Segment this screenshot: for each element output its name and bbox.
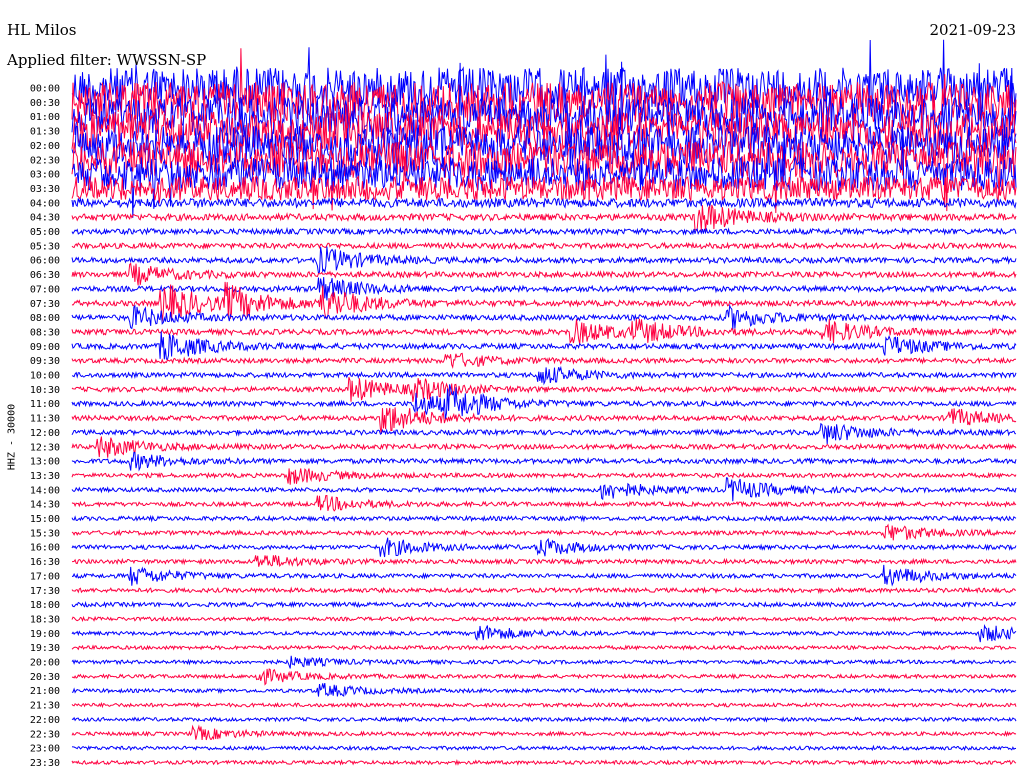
trace-line: [71, 655, 1017, 669]
trace-line: [71, 600, 1017, 609]
row-time-label: 10:00: [30, 371, 60, 382]
trace-line: [71, 318, 1017, 345]
row-time-label: 05:30: [30, 241, 60, 252]
row-time-label: 16:30: [30, 557, 60, 568]
row-time-label: 10:30: [30, 385, 60, 396]
trace-line: [71, 716, 1017, 723]
trace-line: [71, 683, 1017, 697]
row-time-label: 22:00: [30, 715, 60, 726]
row-time-label: 22:30: [30, 729, 60, 740]
row-time-label: 07:00: [30, 284, 60, 295]
row-time-label: 15:30: [30, 528, 60, 539]
row-time-label: 20:00: [30, 658, 60, 669]
trace-line: [71, 422, 1017, 445]
channel-label: HHZ - 30000: [6, 403, 18, 471]
row-time-label: 00:30: [30, 98, 60, 109]
trace-line: [71, 468, 1017, 485]
helicorder-plot: 00:00 00:30 01:00 01:30 02:00 02:30 03:00 03:30…: [30, 39, 1017, 769]
row-time-label: 09:30: [30, 356, 60, 367]
trace-line: [71, 537, 1017, 558]
trace-line: [71, 451, 1017, 472]
row-time-label: 08:00: [30, 313, 60, 324]
trace-line: [71, 262, 1017, 286]
trace-line: [71, 514, 1017, 523]
row-time-label: 14:30: [30, 500, 60, 511]
trace-line: [71, 623, 1017, 643]
row-time-label: 15:00: [30, 514, 60, 525]
row-time-label: 08:30: [30, 327, 60, 338]
trace-line: [71, 196, 1017, 209]
row-time-label: 06:30: [30, 270, 60, 281]
row-time-label: 18:00: [30, 600, 60, 611]
trace-line: [71, 436, 1017, 458]
row-time-label: 16:00: [30, 543, 60, 554]
trace-line: [71, 758, 1017, 766]
row-time-label: 00:00: [30, 84, 60, 95]
row-time-label: 12:00: [30, 428, 60, 439]
filter-label: Applied filter: WWSSN-SP: [7, 51, 207, 69]
trace-line: [71, 701, 1017, 709]
row-time-label: 01:30: [30, 127, 60, 138]
row-time-label: 21:00: [30, 686, 60, 697]
trace-line: [71, 241, 1017, 251]
trace-line: [71, 644, 1017, 651]
trace-line: [71, 331, 1017, 361]
row-time-label: 09:00: [30, 342, 60, 353]
row-time-label: 03:00: [30, 170, 60, 181]
trace-line: [71, 586, 1017, 595]
row-time-label: 11:00: [30, 399, 60, 410]
row-time-label: 04:30: [30, 213, 60, 224]
row-time-label: 07:30: [30, 299, 60, 310]
trace-line: [71, 246, 1017, 275]
row-time-label: 14:00: [30, 485, 60, 496]
trace-line: [71, 352, 1017, 369]
trace-line: [71, 668, 1017, 686]
row-time-label: 06:00: [30, 256, 60, 267]
row-time-label: 05:00: [30, 227, 60, 238]
row-time-label: 13:00: [30, 457, 60, 468]
row-time-label: 13:30: [30, 471, 60, 482]
row-time-label: 02:00: [30, 141, 60, 152]
row-time-label: 23:00: [30, 744, 60, 755]
trace-line: [71, 477, 1017, 502]
row-time-label: 21:30: [30, 701, 60, 712]
trace-line: [71, 494, 1017, 512]
trace-line: [71, 365, 1017, 386]
row-time-label: 02:30: [30, 155, 60, 166]
row-time-label: 19:30: [30, 643, 60, 654]
row-time-label: 20:30: [30, 672, 60, 683]
trace-line: [71, 744, 1017, 752]
trace-line: [71, 724, 1017, 741]
trace-line: [71, 226, 1017, 237]
trace-line: [71, 204, 1017, 232]
row-time-label: 11:30: [30, 414, 60, 425]
row-time-label: 18:30: [30, 614, 60, 625]
trace-line: [71, 564, 1017, 587]
row-time-label: 19:00: [30, 629, 60, 640]
trace-line: [71, 615, 1017, 623]
row-time-label: 01:00: [30, 112, 60, 123]
trace-line: [72, 555, 1017, 568]
row-time-label: 12:30: [30, 442, 60, 453]
trace-line: [71, 523, 1017, 541]
trace-line: [71, 277, 1017, 301]
row-time-label: 23:30: [30, 758, 60, 769]
row-time-label: 17:30: [30, 586, 60, 597]
row-time-label: 04:00: [30, 198, 60, 209]
row-time-label: 03:30: [30, 184, 60, 195]
row-time-label: 17:00: [30, 571, 60, 582]
